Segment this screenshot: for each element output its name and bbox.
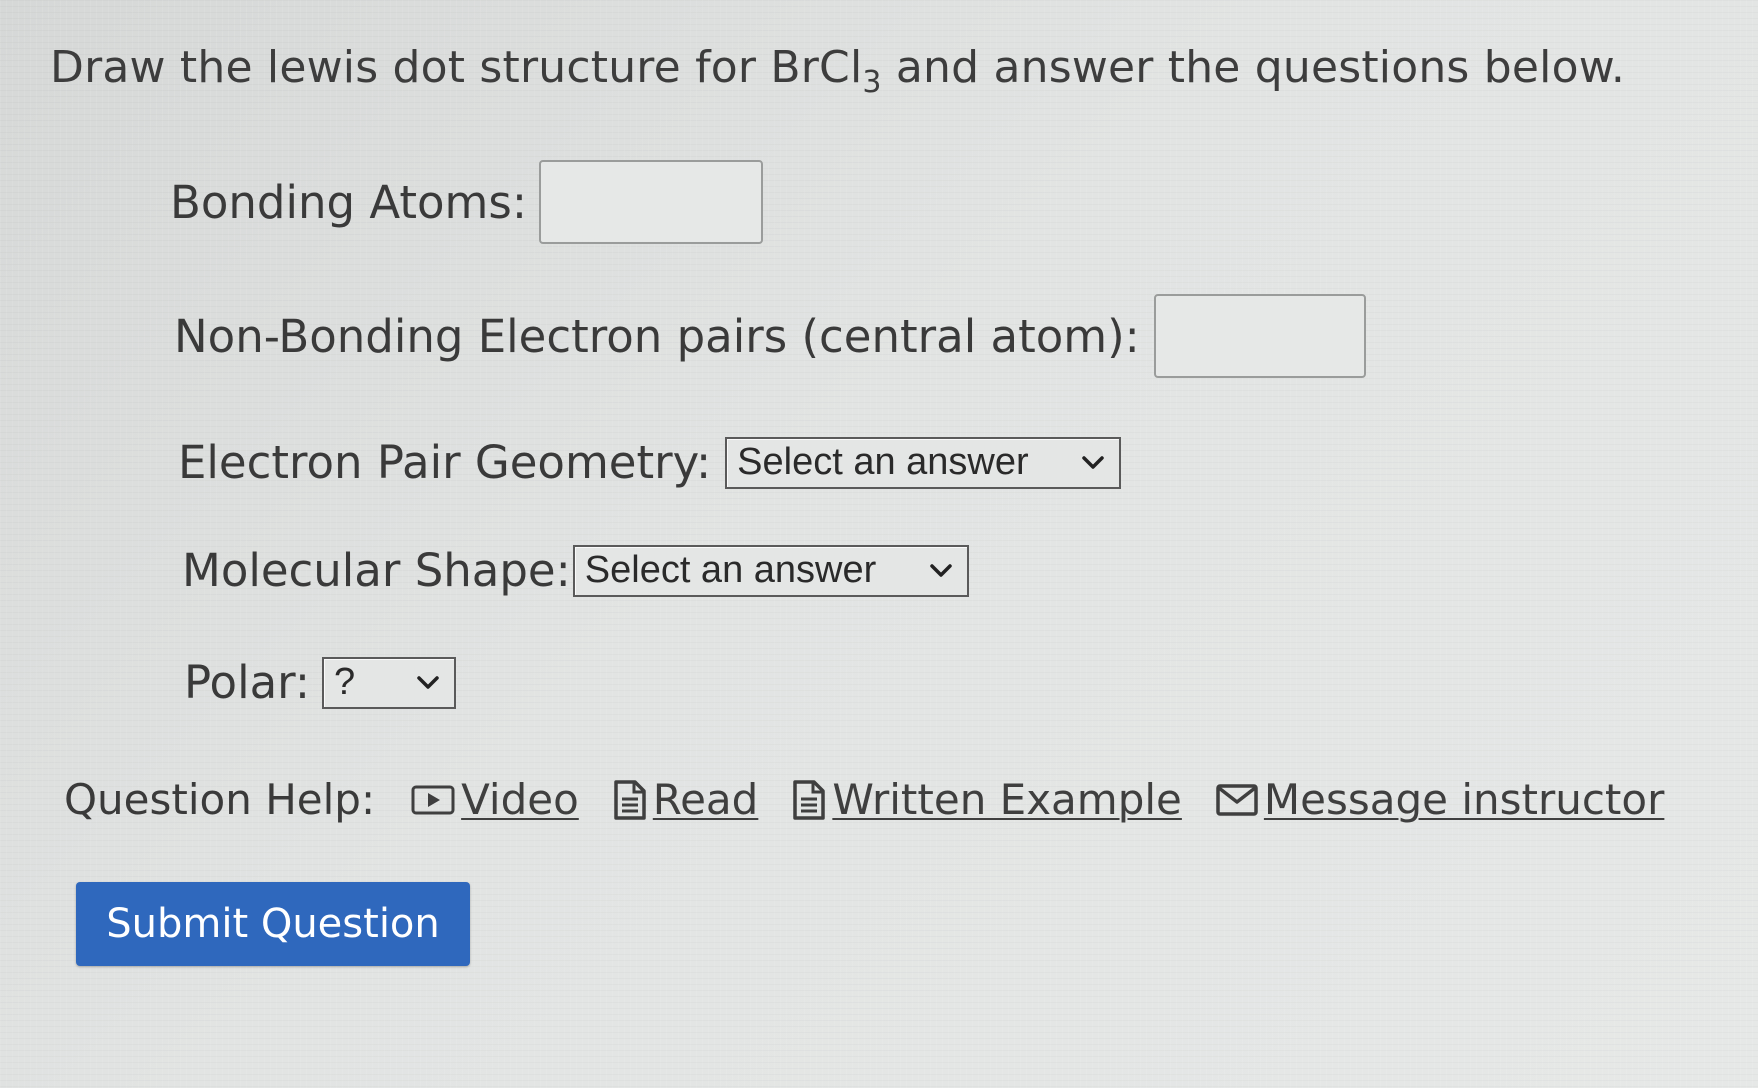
video-link-label: Video — [461, 775, 579, 824]
polar-select[interactable]: ? — [322, 656, 457, 709]
chevron-down-icon — [1081, 455, 1105, 471]
message-instructor-link[interactable]: Message instructor — [1216, 775, 1664, 824]
nonbonding-pairs-row: Non-Bonding Electron pairs (central atom… — [174, 294, 1366, 378]
question-suffix: and answer the questions below. — [881, 42, 1626, 93]
molecular-shape-select[interactable]: Select an answer — [572, 544, 969, 597]
polar-label: Polar: — [184, 656, 311, 709]
electron-pair-geometry-select[interactable]: Select an answer — [725, 436, 1122, 489]
question-prefix: Draw the lewis dot structure for BrCl — [50, 42, 863, 93]
written-example-link-label: Written Example — [832, 775, 1182, 824]
polar-row: Polar: ? — [184, 656, 457, 709]
envelope-icon — [1216, 783, 1258, 816]
question-prompt: Draw the lewis dot structure for BrCl3 a… — [50, 42, 1625, 100]
read-link-label: Read — [652, 775, 759, 824]
submit-question-button[interactable]: Submit Question — [76, 882, 470, 966]
nonbonding-pairs-label: Non-Bonding Electron pairs (central atom… — [174, 309, 1140, 363]
polar-selected: ? — [334, 661, 356, 703]
message-instructor-link-label: Message instructor — [1263, 775, 1665, 824]
question-subscript: 3 — [862, 65, 882, 100]
molecular-shape-label: Molecular Shape: — [182, 544, 571, 597]
chevron-down-icon — [416, 675, 440, 691]
electron-pair-geometry-selected: Select an answer — [737, 441, 1029, 483]
read-link[interactable]: Read — [613, 775, 759, 824]
molecular-shape-row: Molecular Shape: Select an answer — [182, 544, 969, 597]
video-icon — [411, 784, 455, 816]
document-icon — [613, 779, 647, 821]
video-link[interactable]: Video — [411, 775, 579, 824]
electron-pair-geometry-label: Electron Pair Geometry: — [178, 436, 712, 489]
bonding-atoms-label: Bonding Atoms: — [170, 175, 527, 229]
bonding-atoms-input[interactable] — [539, 160, 763, 244]
bonding-atoms-row: Bonding Atoms: — [170, 160, 763, 244]
electron-pair-geometry-row: Electron Pair Geometry: Select an answer — [178, 436, 1122, 489]
written-example-link[interactable]: Written Example — [792, 775, 1182, 824]
chevron-down-icon — [929, 563, 953, 579]
nonbonding-pairs-input[interactable] — [1153, 294, 1366, 378]
document-icon — [792, 779, 826, 821]
question-help: Question Help: Video Read Written Exampl… — [64, 775, 1698, 824]
question-help-label: Question Help: — [64, 775, 376, 824]
molecular-shape-selected: Select an answer — [584, 549, 877, 591]
